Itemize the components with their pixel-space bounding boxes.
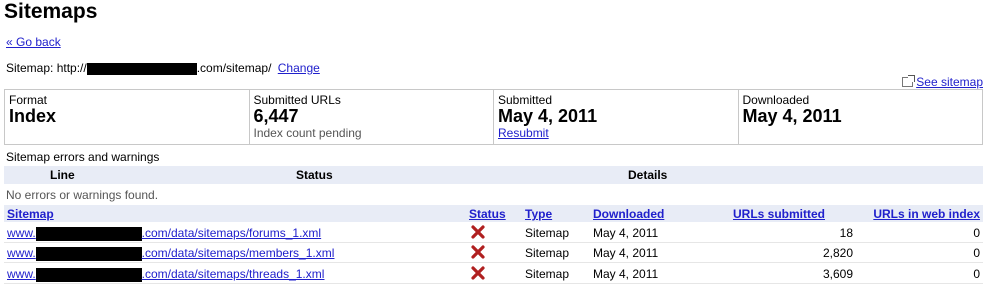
summary-label: Format [9, 93, 48, 107]
sitemap-link[interactable]: www. .com/data/sitemaps/members_1.xml [7, 246, 334, 261]
url-path: .com/data/sitemaps/forums_1.xml [141, 226, 322, 240]
summary-value: May 4, 2011 [742, 106, 842, 126]
summary-downloaded: Downloaded May 4, 2011 [739, 90, 983, 144]
urls-indexed-cell: 0 [973, 226, 980, 240]
errors-table-header: Line Status Details [4, 166, 983, 184]
redacted-domain [35, 246, 142, 261]
errors-heading: Sitemap errors and warnings [6, 150, 160, 164]
summary-submitted: Submitted May 4, 2011 Resubmit [494, 90, 739, 144]
sitemap-summary: Format Index Submitted URLs 6,447 Index … [4, 89, 983, 145]
sort-urls-in-index[interactable]: URLs in web index [873, 207, 980, 221]
summary-label: Submitted [498, 93, 553, 107]
urls-submitted-cell: 18 [839, 226, 853, 240]
sitemap-suffix: .com/sitemap/ [196, 61, 272, 75]
urls-indexed-cell: 0 [973, 267, 980, 281]
sitemap-url-line: Sitemap: http:// .com/sitemap/ Change [6, 61, 320, 75]
url-path: .com/data/sitemaps/members_1.xml [141, 246, 335, 260]
redacted-domain [86, 62, 197, 75]
url-prefix: www. [7, 226, 36, 240]
resubmit-link[interactable]: Resubmit [498, 126, 549, 140]
summary-label: Submitted URLs [253, 93, 341, 107]
sitemaps-table-header: Sitemap Status Type Downloaded URLs subm… [4, 205, 983, 222]
error-x-icon [471, 245, 485, 259]
sitemap-link[interactable]: www. .com/data/sitemaps/forums_1.xml [7, 226, 321, 241]
col-details: Details [628, 168, 668, 182]
redacted-domain [35, 226, 142, 241]
table-row: www. .com/data/sitemaps/members_1.xml Sit… [4, 243, 983, 263]
sitemap-label: Sitemap: http:// [6, 61, 87, 75]
sort-type[interactable]: Type [525, 207, 552, 221]
table-row: www. .com/data/sitemaps/threads_1.xml Sit… [4, 264, 983, 284]
url-prefix: www. [7, 246, 36, 260]
url-prefix: www. [7, 267, 36, 281]
sort-downloaded[interactable]: Downloaded [593, 207, 664, 221]
col-line: Line [50, 168, 75, 182]
summary-format: Format Index [5, 90, 250, 144]
url-path: .com/data/sitemaps/threads_1.xml [141, 267, 325, 281]
summary-value: Index [9, 106, 57, 126]
see-sitemap-label: See sitemap [916, 75, 983, 89]
summary-label: Downloaded [742, 93, 810, 107]
go-back-link[interactable]: « Go back [6, 35, 61, 49]
urls-indexed-cell: 0 [973, 246, 980, 260]
see-sitemap-link[interactable]: See sitemap [902, 75, 983, 89]
urls-submitted-cell: 2,820 [822, 246, 853, 260]
downloaded-cell: May 4, 2011 [593, 267, 659, 281]
sitemap-link[interactable]: www. .com/data/sitemaps/threads_1.xml [7, 267, 324, 282]
summary-submitted-urls: Submitted URLs 6,447 Index count pending [250, 90, 494, 144]
summary-value: 6,447 [253, 106, 299, 126]
external-link-icon [902, 75, 916, 87]
no-errors-message: No errors or warnings found. [6, 188, 159, 202]
table-row: www. .com/data/sitemaps/forums_1.xml Site… [4, 223, 983, 243]
sort-status[interactable]: Status [469, 207, 506, 221]
downloaded-cell: May 4, 2011 [593, 246, 659, 260]
index-count-pending: Index count pending [253, 126, 362, 140]
downloaded-cell: May 4, 2011 [593, 226, 659, 240]
error-x-icon [471, 266, 485, 280]
sort-sitemap[interactable]: Sitemap [7, 207, 54, 221]
type-cell: Sitemap [525, 246, 570, 260]
col-status: Status [296, 168, 333, 182]
page-title: Sitemaps [4, 0, 98, 23]
type-cell: Sitemap [525, 226, 570, 240]
redacted-domain [35, 267, 142, 282]
urls-submitted-cell: 3,609 [822, 267, 853, 281]
sort-urls-submitted[interactable]: URLs submitted [733, 207, 825, 221]
error-x-icon [471, 225, 485, 239]
change-link[interactable]: Change [278, 61, 320, 75]
type-cell: Sitemap [525, 267, 570, 281]
summary-value: May 4, 2011 [498, 106, 598, 126]
